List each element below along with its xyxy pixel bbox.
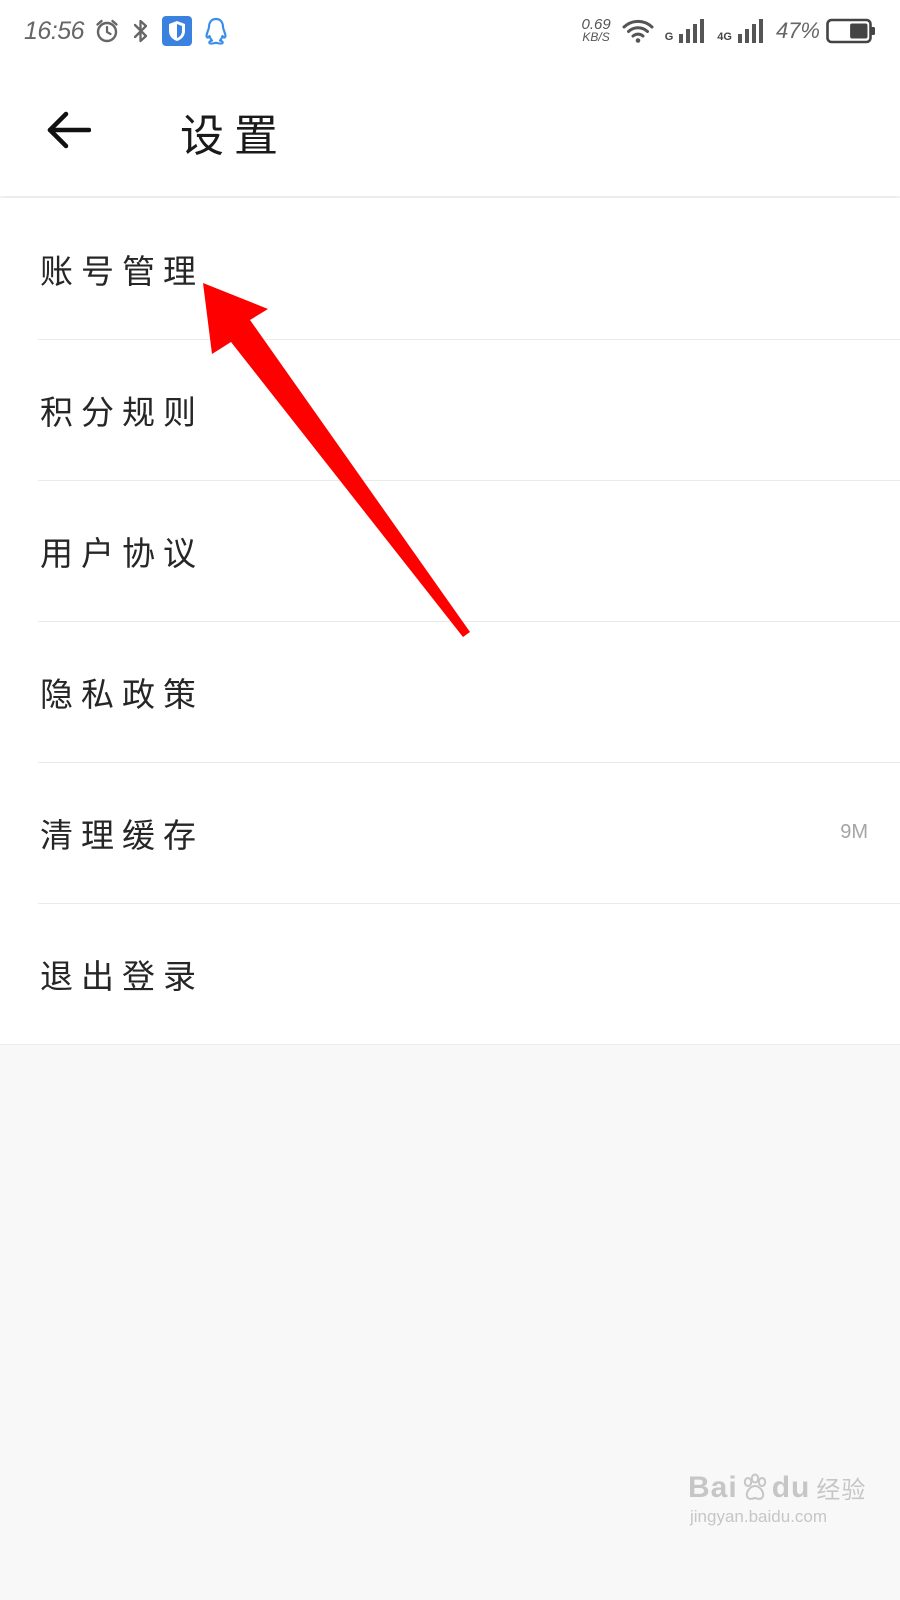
settings-item-label: 账号管理	[40, 251, 204, 291]
settings-list: 账号管理 积分规则 用户协议 隐私政策 清理缓存 9M 退出登录	[0, 198, 900, 1045]
settings-item-user-agreement[interactable]: 用户协议	[0, 480, 900, 621]
signal-icon	[736, 17, 766, 45]
settings-item-clear-cache[interactable]: 清理缓存 9M	[0, 762, 900, 903]
watermark-brand-tail: du	[771, 1470, 811, 1504]
network-speed: 0.69 KB/S	[582, 17, 611, 44]
settings-item-logout[interactable]: 退出登录	[0, 903, 900, 1044]
shield-icon	[162, 16, 193, 46]
settings-item-points-rules[interactable]: 积分规则	[0, 339, 900, 480]
alarm-icon	[94, 18, 120, 44]
network-speed-unit: KB/S	[582, 30, 610, 44]
settings-item-privacy-policy[interactable]: 隐私政策	[0, 621, 900, 762]
status-bar: 16:56 0.69 KB/S G 4G 47%	[0, 0, 900, 62]
watermark-brand: Bai	[688, 1470, 738, 1504]
wifi-icon	[621, 18, 655, 44]
settings-item-label: 退出登录	[40, 956, 204, 996]
watermark: Bai du 经验 jingyan.baidu.com	[688, 1470, 888, 1527]
battery-fill	[850, 23, 868, 39]
settings-item-label: 隐私政策	[40, 674, 204, 714]
sim2-label: 4G	[717, 31, 732, 43]
back-button[interactable]	[36, 98, 100, 162]
settings-item-label: 用户协议	[40, 533, 204, 573]
battery-icon	[826, 17, 876, 45]
watermark-url: jingyan.baidu.com	[690, 1507, 828, 1526]
back-arrow-icon	[45, 110, 91, 150]
sim1-label: G	[664, 31, 674, 43]
settings-item-account-management[interactable]: 账号管理	[0, 198, 900, 339]
signal-icon	[677, 17, 707, 45]
settings-item-label: 积分规则	[40, 392, 204, 432]
app-bar: 设置	[0, 62, 900, 196]
watermark-logo: Bai du 经验	[688, 1470, 888, 1505]
cache-size-value: 9M	[840, 821, 868, 843]
battery-percent: 47%	[775, 18, 820, 43]
qq-icon	[202, 16, 230, 46]
watermark-brand-cn: 经验	[816, 1476, 867, 1504]
paw-icon	[740, 1473, 770, 1503]
status-left: 16:56	[24, 16, 230, 46]
status-time: 16:56	[24, 16, 85, 45]
settings-item-label: 清理缓存	[40, 815, 204, 855]
bluetooth-icon	[130, 18, 152, 44]
page-title: 设置	[180, 111, 288, 162]
status-right: 0.69 KB/S G 4G 47%	[582, 17, 877, 45]
